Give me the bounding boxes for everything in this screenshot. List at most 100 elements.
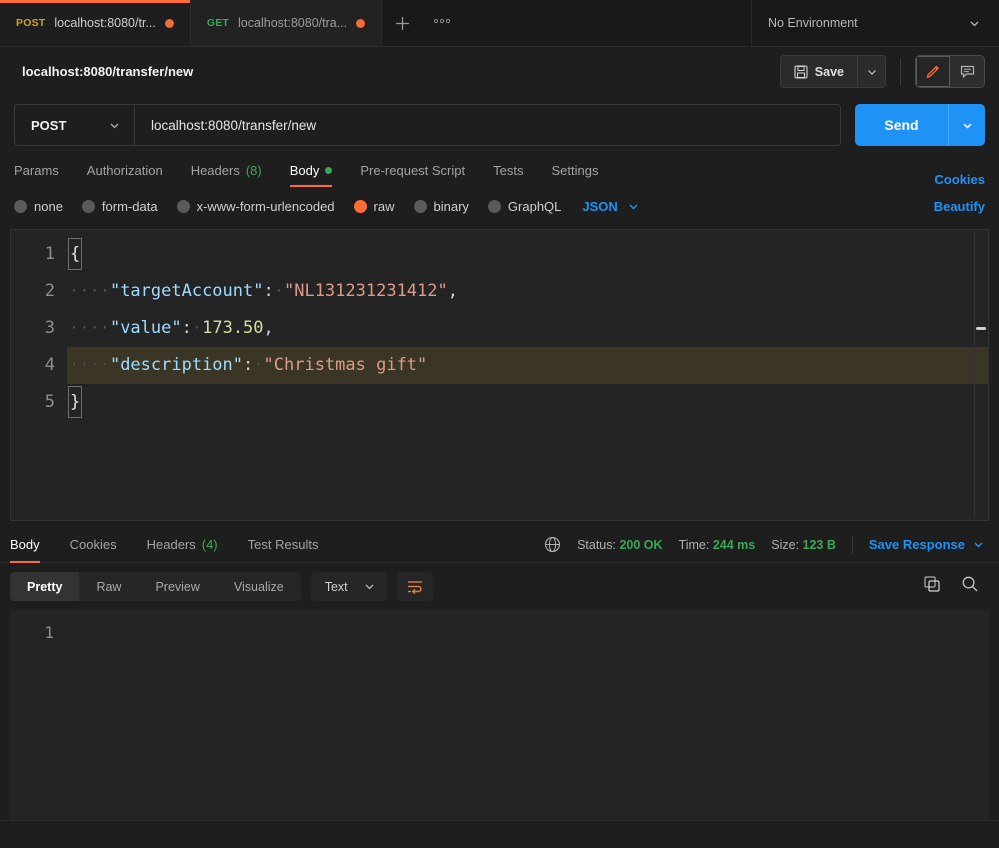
code-token-brace: }	[67, 386, 83, 418]
response-header-row: Body Cookies Headers (4) Test Results St…	[0, 527, 999, 563]
response-tab-test-results[interactable]: Test Results	[233, 527, 334, 563]
view-mode-visualize[interactable]: Visualize	[217, 572, 301, 601]
pencil-icon	[926, 65, 939, 78]
code-token-key: "targetAccount"	[109, 281, 264, 301]
send-options-button[interactable]	[948, 104, 985, 146]
cookies-link[interactable]: Cookies	[934, 172, 985, 187]
response-tab-body[interactable]: Body	[0, 527, 55, 563]
editor-scrollbar-thumb[interactable]	[976, 327, 986, 330]
status-field: Status: 200 OK	[577, 538, 663, 552]
response-tab-cookies[interactable]: Cookies	[55, 527, 132, 563]
chevron-down-icon	[365, 584, 374, 590]
radio-icon	[81, 199, 95, 213]
body-type-binary[interactable]: binary	[413, 199, 469, 214]
code-token-key: "description"	[109, 355, 244, 375]
code-area: 1 2 3 4 5 {····"targetAccount":·"NL13123…	[11, 230, 988, 421]
tab-label: Test Results	[247, 537, 319, 552]
view-mode-group	[915, 55, 985, 88]
toolbar-divider	[900, 58, 901, 85]
code-token-brace: {	[67, 238, 83, 270]
new-tab-button[interactable]	[382, 0, 422, 46]
code-token-str: "Christmas gift"	[263, 355, 428, 375]
view-mode-pretty[interactable]: Pretty	[10, 572, 80, 601]
word-wrap-button[interactable]	[396, 572, 433, 601]
radio-icon	[176, 199, 190, 213]
search-icon	[962, 576, 978, 592]
request-tab-get[interactable]: GET localhost:8080/tra...	[190, 0, 383, 46]
save-button[interactable]: Save	[780, 56, 857, 87]
tab-label: Tests	[493, 163, 524, 178]
editor-code-lines[interactable]: {····"targetAccount":·"NL131231231412", ·…	[67, 230, 988, 421]
chevron-down-icon	[629, 204, 638, 209]
send-button[interactable]: Send	[855, 104, 948, 146]
body-type-raw[interactable]: raw	[353, 199, 395, 214]
size-value: 123 B	[802, 537, 836, 552]
save-group: Save	[779, 55, 886, 88]
response-toolbar: Pretty Raw Preview Visualize Text	[0, 563, 999, 610]
body-type-form-data[interactable]: form-data	[81, 199, 158, 214]
editor-gutter: 1 2 3 4 5	[11, 230, 67, 421]
comments-button[interactable]	[950, 56, 984, 87]
tab-tests[interactable]: Tests	[479, 154, 537, 187]
url-shell: POST localhost:8080/transfer/new	[14, 104, 841, 146]
response-tabs: Body Cookies Headers (4) Test Results	[0, 527, 333, 563]
copy-response-button[interactable]	[923, 575, 941, 598]
search-response-button[interactable]	[961, 575, 979, 598]
tab-label: Authorization	[86, 163, 163, 178]
code-token-num: 173.50	[202, 318, 264, 338]
size-label: Size:	[771, 537, 800, 552]
tab-authorization[interactable]: Authorization	[73, 154, 177, 187]
tab-pre-request-script[interactable]: Pre-request Script	[346, 154, 479, 187]
view-mode-preview[interactable]: Preview	[138, 572, 216, 601]
body-type-row: none form-data x-www-form-urlencoded raw…	[0, 187, 999, 225]
view-mode-raw[interactable]: Raw	[79, 572, 138, 601]
code-line[interactable]: ····"description":·"Christmas gift"	[67, 347, 988, 384]
save-response-button[interactable]: Save Response	[869, 537, 985, 552]
response-body-viewer[interactable]: 1	[10, 610, 989, 820]
code-token-ws: ·	[273, 281, 284, 301]
tab-body[interactable]: Body	[276, 154, 347, 187]
request-body-editor[interactable]: 1 2 3 4 5 {····"targetAccount":·"NL13123…	[10, 229, 989, 521]
tab-params[interactable]: Params	[14, 154, 73, 187]
edit-request-button[interactable]	[916, 56, 950, 87]
time-label: Time:	[678, 537, 710, 552]
beautify-link[interactable]: Beautify	[934, 199, 985, 214]
body-type-graphql[interactable]: GraphQL	[487, 199, 561, 214]
request-tab-post[interactable]: POST localhost:8080/tr...	[0, 0, 191, 46]
save-response-label: Save Response	[868, 537, 965, 552]
environment-selector[interactable]: No Environment	[752, 0, 999, 46]
code-line[interactable]: {	[67, 236, 988, 273]
editor-scrollbar[interactable]	[974, 232, 988, 518]
url-input[interactable]: localhost:8080/transfer/new	[135, 105, 840, 145]
tab-bar: POST localhost:8080/tr... GET localhost:…	[0, 0, 999, 47]
response-tab-headers[interactable]: Headers (4)	[132, 527, 233, 563]
code-token-punc: ,	[447, 281, 458, 301]
tab-label: Params	[14, 163, 59, 178]
tab-label: Body	[289, 163, 320, 178]
environment-label: No Environment	[768, 16, 858, 30]
tab-options-button[interactable]	[422, 0, 462, 46]
code-line[interactable]: }	[67, 384, 988, 421]
code-line[interactable]: ····"targetAccount":·"NL131231231412",	[67, 273, 988, 310]
code-token-ws: ····	[69, 281, 110, 301]
globe-icon	[545, 536, 561, 553]
http-method-selector[interactable]: POST	[15, 105, 135, 145]
save-dropdown-button[interactable]	[857, 56, 885, 87]
tab-headers[interactable]: Headers (8)	[177, 154, 276, 187]
response-format-selector[interactable]: Text	[310, 572, 387, 601]
radio-icon	[487, 199, 501, 213]
response-meta: Status: 200 OK Time: 244 ms Size: 123 B …	[544, 535, 985, 554]
plus-icon	[395, 16, 409, 30]
body-type-none[interactable]: none	[14, 199, 63, 214]
code-token-ws: ····	[69, 318, 110, 338]
code-line[interactable]: ····"value":·173.50,	[67, 310, 988, 347]
tab-count-badge: (8)	[245, 163, 262, 178]
body-type-x-www-form-urlencoded[interactable]: x-www-form-urlencoded	[176, 199, 335, 214]
body-present-dot-icon	[325, 167, 333, 174]
tab-count-badge: (4)	[201, 537, 218, 552]
radio-icon	[14, 199, 27, 213]
size-field: Size: 123 B	[771, 538, 836, 552]
tab-settings[interactable]: Settings	[537, 154, 612, 187]
code-token-punc: :	[263, 281, 274, 301]
body-format-selector[interactable]: JSON	[582, 199, 639, 214]
